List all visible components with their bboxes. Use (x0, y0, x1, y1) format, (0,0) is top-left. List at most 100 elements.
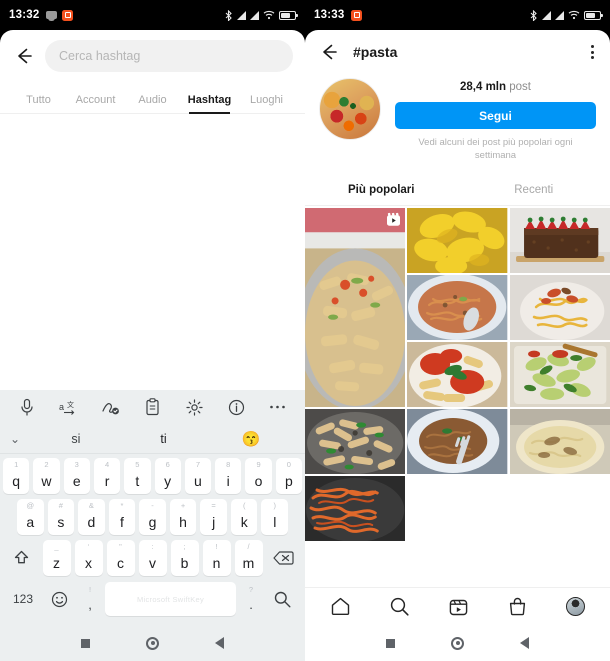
post-count: 28,4 mln post (395, 81, 596, 93)
back-arrow-icon[interactable] (12, 45, 34, 67)
key-x[interactable]: ‘x (74, 540, 103, 576)
key-t[interactable]: 5t (124, 458, 151, 494)
home-icon[interactable] (451, 636, 464, 650)
recents-icon[interactable] (81, 638, 90, 648)
key-j[interactable]: = j (200, 499, 227, 535)
key-q[interactable]: 1q (3, 458, 30, 494)
wifi-icon (568, 10, 580, 20)
key-d[interactable]: & d (78, 499, 105, 535)
more-options-icon[interactable] (587, 43, 598, 61)
key-r[interactable]: 4r (93, 458, 121, 494)
backspace-icon[interactable] (267, 540, 301, 576)
follow-button[interactable]: Segui (395, 102, 596, 129)
shift-icon[interactable] (5, 540, 39, 576)
key-period[interactable]: ?. (240, 581, 262, 617)
info-icon[interactable] (226, 397, 246, 417)
app-icon (351, 9, 363, 21)
key-g[interactable]: -g (139, 499, 166, 535)
post-tomato-pasta[interactable] (407, 341, 508, 407)
key-comma[interactable]: !, (79, 581, 101, 617)
more-icon[interactable] (268, 397, 288, 417)
tab-luoghi[interactable]: Luoghi (238, 94, 295, 113)
emoji-icon[interactable] (43, 581, 75, 617)
key-a[interactable]: @ a (16, 499, 44, 535)
key-c[interactable]: " c (106, 540, 135, 576)
key-o[interactable]: 9o (245, 458, 272, 494)
post-red-spaghetti[interactable] (305, 475, 406, 541)
right-android-nav (305, 625, 610, 661)
post-casarecce[interactable] (305, 408, 406, 474)
key-v[interactable]: :v (138, 540, 167, 576)
post-grid (305, 206, 610, 587)
key-k[interactable]: (k (230, 499, 258, 535)
home-icon[interactable] (146, 636, 159, 650)
bluetooth-icon (224, 9, 233, 21)
tab-audio[interactable]: Audio (124, 94, 181, 113)
tab-account[interactable]: Account (67, 94, 124, 113)
status-time: 13:33 (314, 9, 345, 21)
post-cream-pasta[interactable] (509, 408, 610, 474)
tab-tutto[interactable]: Tutto (10, 94, 67, 113)
tab-recenti[interactable]: Recenti (458, 175, 610, 205)
post-noodles-bowl[interactable] (407, 274, 508, 340)
back-icon[interactable] (215, 637, 224, 649)
search-icon[interactable] (389, 596, 410, 617)
profile-avatar-icon[interactable] (566, 597, 585, 616)
reels-icon[interactable] (448, 596, 469, 617)
hashtag-profile: 28,4 mln post Segui Vedi alcuni dei post… (305, 72, 610, 175)
recents-icon[interactable] (386, 638, 395, 648)
key-e[interactable]: 3e (63, 458, 90, 494)
keyboard-suggestions: ⌄ si ti 😙 (0, 424, 305, 454)
back-arrow-icon[interactable] (317, 41, 339, 63)
numeric-key[interactable]: 123 (7, 581, 39, 617)
post-pesto-pasta[interactable] (509, 341, 610, 407)
post-penne-pan[interactable] (305, 207, 406, 407)
signal-icon (237, 10, 246, 20)
signal-icon (555, 10, 564, 20)
clipboard-icon[interactable] (142, 397, 162, 417)
key-h[interactable]: + h (169, 499, 197, 535)
search-tabs: Tutto Account Audio Hashtag Luoghi (0, 80, 305, 114)
key-s[interactable]: # s (47, 499, 75, 535)
key-l[interactable]: ) l (261, 499, 289, 535)
reels-icon (386, 212, 401, 227)
post-noodles-fork[interactable] (407, 408, 508, 474)
key-f[interactable]: * f (108, 499, 136, 535)
home-icon[interactable] (330, 596, 351, 617)
tab-piu-popolari[interactable]: Più popolari (305, 175, 458, 205)
key-i[interactable]: 8i (215, 458, 242, 494)
tab-hashtag[interactable]: Hashtag (181, 94, 238, 114)
suggestion-1[interactable]: si (32, 432, 120, 446)
key-z[interactable]: _ z (42, 540, 71, 576)
search-icon[interactable] (266, 581, 298, 617)
hashtag-description: Vedi alcuni dei post più popolari ogni s… (418, 137, 573, 161)
key-u[interactable]: 7u (184, 458, 212, 494)
key-n[interactable]: ! n (202, 540, 231, 576)
wifi-icon (263, 10, 275, 20)
left-phone: 13:32 Cerca hashtag Tutto Account Audio … (0, 0, 305, 661)
back-icon[interactable] (520, 637, 529, 649)
post-yellow-pasta[interactable] (407, 207, 508, 273)
post-carbonara[interactable] (509, 274, 610, 340)
handwriting-icon[interactable] (101, 397, 121, 417)
search-input[interactable]: Cerca hashtag (45, 40, 293, 72)
dual-phone-screenshot: 13:32 Cerca hashtag Tutto Account Audio … (0, 0, 610, 661)
key-m[interactable]: / m (234, 540, 263, 576)
translate-icon[interactable]: a文 (59, 397, 79, 417)
key-w[interactable]: 2w (33, 458, 60, 494)
suggestion-2[interactable]: ti (120, 432, 208, 446)
suggestion-emoji[interactable]: 😙 (207, 430, 295, 448)
shop-icon[interactable] (507, 596, 528, 617)
hashtag-meta: 28,4 mln post Segui Vedi alcuni dei post… (395, 78, 596, 163)
expand-suggestions-icon[interactable]: ⌄ (10, 432, 32, 446)
left-status-bar: 13:32 (0, 0, 305, 30)
post-chocolate-cake[interactable] (509, 207, 610, 273)
key-b[interactable]: ; b (170, 540, 199, 576)
space-key[interactable]: Microsoft SwiftKey (105, 582, 236, 616)
key-p[interactable]: 0p (275, 458, 302, 494)
post-count-label: post (509, 81, 531, 93)
key-y[interactable]: 6y (154, 458, 181, 494)
keyboard-keys: 1q 2w 3e 4r 5t 6y 7u 8i 9o 0p @ a # s & … (0, 454, 305, 617)
microphone-icon[interactable] (17, 397, 37, 417)
gear-icon[interactable] (184, 397, 204, 417)
